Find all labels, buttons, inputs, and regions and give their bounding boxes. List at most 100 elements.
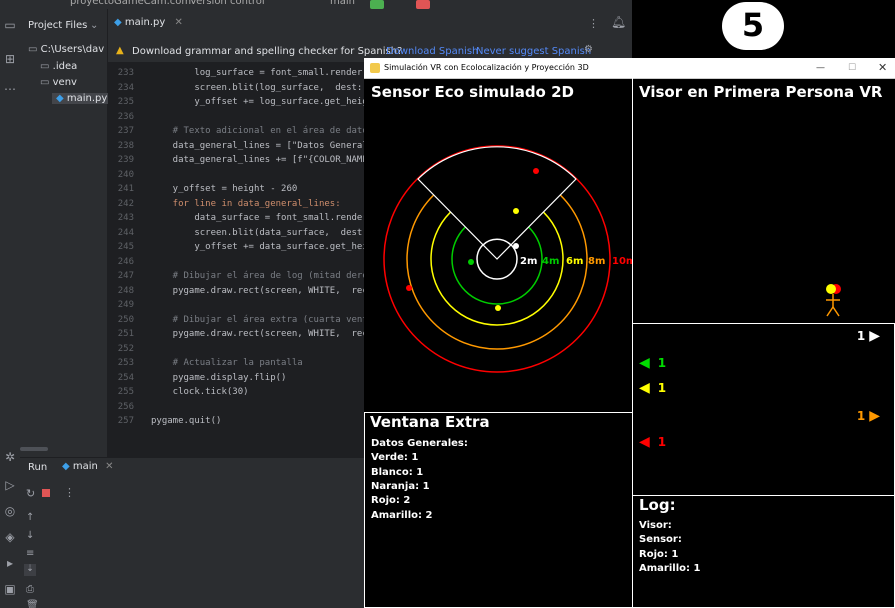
info-line: Rojo: 1: [639, 548, 679, 560]
code-line: 256: [108, 400, 364, 414]
tree-item[interactable]: ▭ C:\Users\dav: [28, 44, 104, 55]
sensor-pane: Sensor Eco simulado 2D 2m 4m 6m 8m 10m: [364, 78, 633, 413]
ring-label: 2m: [520, 256, 537, 267]
tab-main-py[interactable]: ◆ main.py ✕: [114, 17, 183, 33]
line-text: # Dibujar el área de log (mitad dere: [151, 271, 368, 281]
services-icon[interactable]: ▸: [2, 555, 18, 571]
line-number: 251: [117, 329, 134, 339]
code-line: 237 # Texto adicional en el área de dato: [108, 124, 368, 138]
download-spanish-link[interactable]: Download Spanish: [386, 46, 478, 57]
scroll-to-end-icon[interactable]: ⇣: [24, 564, 36, 576]
code-line: 240: [108, 168, 364, 182]
number-badge: 5: [722, 2, 784, 50]
line-number: 239: [117, 155, 134, 165]
line-number: 252: [117, 343, 134, 354]
tree-item[interactable]: ◆ main.py: [52, 93, 112, 104]
visor-pane: Visor en Primera Persona VR: [632, 78, 895, 324]
info-line: Visor:: [639, 520, 672, 531]
run-tool-icon[interactable]: ▷: [2, 477, 18, 493]
debug-icon[interactable]: ✲: [2, 449, 18, 465]
more-icon[interactable]: ⋮: [64, 486, 75, 499]
tab-actions-icon[interactable]: ⋮: [588, 17, 599, 30]
close-icon[interactable]: ✕: [175, 17, 183, 28]
folder-icon: ▭: [40, 77, 53, 88]
info-line: Amarillo: 2: [371, 509, 433, 521]
arrow-left-icon: ◀: [639, 380, 650, 396]
line-number: 256: [117, 401, 134, 412]
line-number: 236: [117, 111, 134, 122]
line-number: 240: [117, 169, 134, 180]
line-text: clock.tick(30): [151, 387, 249, 397]
green-blip: [468, 259, 474, 265]
arrow-count: 1: [856, 329, 866, 343]
stick-figure: [826, 284, 841, 317]
arrow-indicator-left: ◀ 1: [639, 355, 670, 371]
rerun-icon[interactable]: ↻: [26, 487, 35, 500]
run-config-label: main: [72, 461, 98, 472]
run-tab[interactable]: Run: [28, 462, 47, 473]
arrow-up-icon[interactable]: ↑: [26, 512, 34, 523]
maximize-button[interactable]: ☐: [848, 58, 856, 78]
print-icon[interactable]: ⎙: [26, 584, 34, 595]
pygame-window: Simulación VR con Ecolocalización y Proy…: [364, 58, 895, 608]
python-file-icon: ◆: [56, 93, 67, 104]
project-panel: Project Files ⌄ ▭ C:\Users\dav ▭ .idea ▭ v…: [20, 9, 112, 457]
more-icon[interactable]: ⋯: [2, 81, 18, 97]
tab-label: main.py: [124, 17, 166, 28]
stop-button[interactable]: [416, 0, 430, 9]
python-packages-icon[interactable]: ◎: [2, 503, 18, 519]
code-line: 236: [108, 110, 364, 124]
never-suggest-link[interactable]: Never suggest Spanish: [476, 46, 591, 57]
run-config-tab[interactable]: ◆ main ✕: [62, 461, 113, 472]
branch-menu[interactable]: main: [330, 0, 355, 7]
trash-icon[interactable]: 🗑︎: [26, 600, 39, 608]
code-line: 246: [108, 255, 364, 269]
chevron-down-icon[interactable]: ⌄: [90, 20, 98, 31]
red-blip: [533, 168, 539, 174]
window-title: Simulación VR con Ecolocalización y Proy…: [384, 63, 589, 72]
line-text: pygame.draw.rect(screen, WHITE, rect: [151, 329, 374, 339]
arrow-left-icon: ◀: [639, 434, 650, 450]
arrow-indicator-right: 1 ▶: [853, 408, 880, 424]
tree-item[interactable]: ▭ venv: [40, 77, 77, 88]
log-title: Log:: [639, 496, 676, 514]
layers-icon[interactable]: ◈: [2, 529, 18, 545]
code-line: 233 log_surface = font_small.render(: [108, 66, 368, 80]
python-file-icon: ◆: [114, 17, 122, 28]
gear-icon[interactable]: ⚙: [584, 44, 593, 55]
ide-project-name[interactable]: proyectoGameCam.com: [70, 0, 191, 7]
line-text: y_offset = height - 260: [151, 184, 298, 194]
arrow-count: 1: [856, 409, 866, 423]
soft-wrap-icon[interactable]: ≡: [26, 548, 34, 559]
stop-icon[interactable]: [42, 489, 50, 497]
code-line: 257 pygame.quit(): [108, 414, 364, 428]
folder-icon[interactable]: ▭: [2, 17, 18, 33]
code-line: 245 y_offset += data_surface.get_hei: [108, 240, 368, 254]
horizontal-scrollbar[interactable]: [20, 447, 48, 451]
editor-tab-bar: ◆ main.py ✕ ⋮ 🔔︎: [108, 9, 632, 42]
tree-item-label: main.py: [66, 93, 108, 104]
arrow-down-icon[interactable]: ↓: [26, 530, 34, 541]
badge-number: 5: [741, 6, 765, 44]
version-control-menu[interactable]: Version control: [190, 0, 265, 7]
line-text: y_offset += log_surface.get_heig: [151, 97, 368, 107]
line-number: 253: [117, 358, 134, 368]
tree-item[interactable]: ▭ .idea: [40, 61, 77, 72]
line-number: 245: [117, 242, 134, 252]
ide-title-bar: proyectoGameCam.com Version control main: [0, 0, 632, 9]
line-number: 234: [117, 82, 134, 93]
close-icon[interactable]: ✕: [105, 461, 113, 472]
close-button[interactable]: ✕: [878, 58, 887, 78]
line-number: 241: [117, 184, 134, 194]
run-button[interactable]: [370, 0, 384, 9]
python-file-icon: ◆: [62, 461, 70, 472]
notifications-icon[interactable]: 🔔︎: [611, 15, 626, 29]
terminal-icon[interactable]: ▣: [2, 581, 18, 597]
line-number: 255: [117, 387, 134, 397]
red-blip-2: [406, 285, 412, 291]
structure-icon[interactable]: ⊞: [2, 51, 18, 67]
project-files-selector[interactable]: Project Files: [28, 20, 87, 31]
line-text: data_general_lines += [f"{COLOR_NAME: [151, 155, 368, 165]
minimize-button[interactable]: —: [816, 58, 825, 78]
python-app-icon: [370, 63, 380, 73]
